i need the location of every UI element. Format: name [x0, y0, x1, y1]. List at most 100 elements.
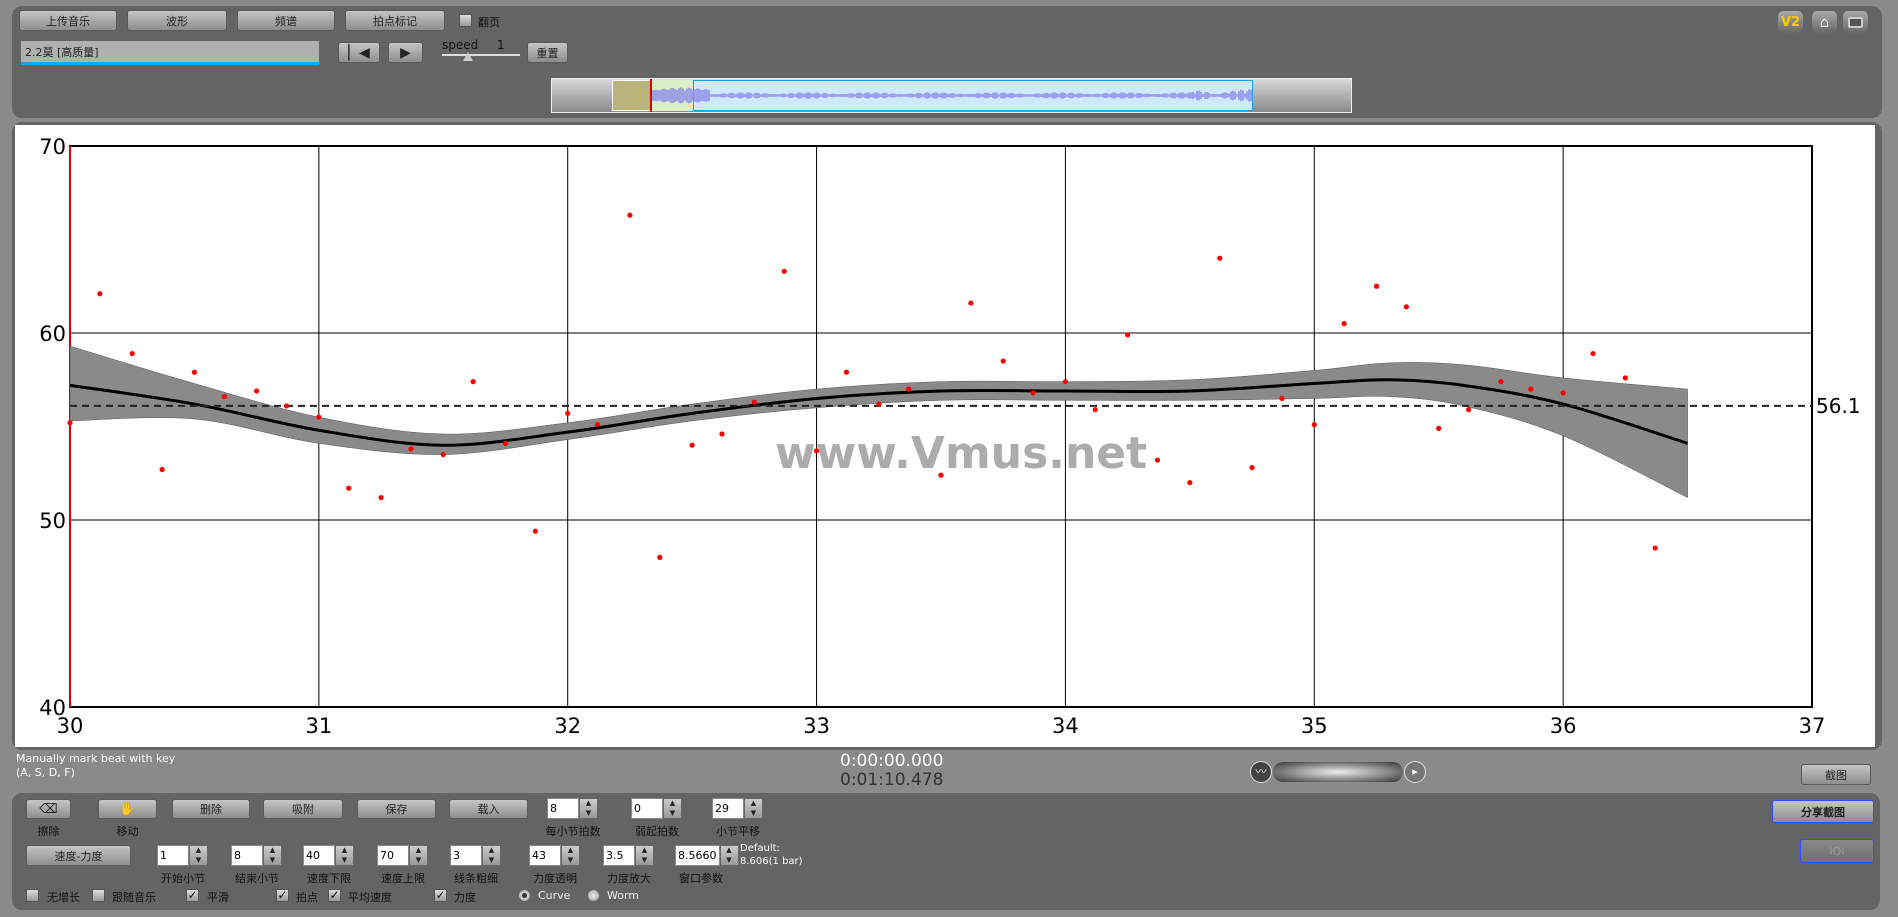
- option-checkbox[interactable]: [92, 889, 105, 902]
- beat-point: [1062, 379, 1069, 385]
- beat-point: [1622, 375, 1628, 381]
- option-label: 平均速度: [348, 891, 392, 904]
- param-label: 速度上限: [381, 872, 425, 885]
- waveform-zoom-icon[interactable]: 〰: [1250, 761, 1272, 783]
- curve-radio[interactable]: [518, 889, 531, 902]
- param-spinner-2[interactable]: 40 ▲ ▼: [303, 845, 354, 866]
- beat-point: [1000, 358, 1006, 364]
- waveform-compress-icon[interactable]: ▸: [1404, 761, 1426, 783]
- stepper-arrows-icon[interactable]: ▲ ▼: [335, 845, 354, 866]
- move-button[interactable]: ✋: [98, 799, 157, 819]
- save-button[interactable]: 保存: [357, 799, 436, 819]
- beat-point: [1217, 255, 1223, 261]
- share-screenshot-button[interactable]: 分享截图: [1772, 800, 1874, 823]
- beat-input[interactable]: 8: [547, 798, 579, 819]
- screenshot-button[interactable]: 截图: [1801, 764, 1871, 785]
- beat-spinner-2[interactable]: 29 ▲ ▼: [712, 798, 763, 819]
- hint-line-2: (A, S, D, F): [16, 766, 75, 779]
- stepper-arrows-icon[interactable]: ▲ ▼: [744, 798, 763, 819]
- beat-point: [906, 386, 912, 392]
- stepper-arrows-icon[interactable]: ▲ ▼: [409, 845, 428, 866]
- stepper-arrows-icon[interactable]: ▲ ▼: [579, 798, 598, 819]
- stepper-arrows-icon[interactable]: ▲ ▼: [189, 845, 208, 866]
- hint-line-1: Manually mark beat with key: [16, 752, 176, 765]
- delete-button[interactable]: 删除: [172, 799, 250, 819]
- param-input[interactable]: 1: [157, 845, 189, 866]
- beat-point: [565, 410, 571, 417]
- param-input[interactable]: 70: [377, 845, 409, 866]
- beat-input[interactable]: 0: [631, 798, 663, 819]
- param-label: 线条粗细: [454, 872, 498, 885]
- option-checkbox[interactable]: ✓: [434, 889, 447, 902]
- option-checkbox[interactable]: ✓: [186, 889, 199, 902]
- stepper-arrows-icon[interactable]: ▲ ▼: [561, 845, 580, 866]
- param-input[interactable]: 8.5660: [675, 845, 720, 866]
- ioi-button[interactable]: IOI: [1800, 839, 1874, 863]
- beat-point: [1465, 407, 1472, 413]
- beat-point: [1279, 395, 1285, 402]
- beat-point: [1403, 304, 1409, 310]
- beat-point: [843, 369, 850, 375]
- param-input[interactable]: 3.5: [603, 845, 635, 866]
- erase-button[interactable]: ⌫: [26, 799, 71, 819]
- param-input[interactable]: 43: [529, 845, 561, 866]
- param-label: 结束小节: [235, 872, 279, 885]
- worm-label: Worm: [607, 889, 640, 902]
- param-spinner-6[interactable]: 3.5 ▲ ▼: [603, 845, 654, 866]
- tempo-dynamics-button[interactable]: 速度-力度: [26, 845, 131, 866]
- param-spinner-3[interactable]: 70 ▲ ▼: [377, 845, 428, 866]
- default-line-2: 8.606(1 bar): [740, 856, 803, 867]
- beat-point: [67, 420, 73, 426]
- beat-point: [159, 466, 165, 473]
- beat-spinner-0[interactable]: 8 ▲ ▼: [547, 798, 598, 819]
- stepper-arrows-icon[interactable]: ▲ ▼: [263, 845, 282, 866]
- param-input[interactable]: 8: [231, 845, 263, 866]
- param-input[interactable]: 3: [450, 845, 482, 866]
- eraser-icon: ⌫: [39, 801, 58, 817]
- param-spinner-7[interactable]: 8.5660 ▲ ▼: [675, 845, 739, 866]
- param-spinner-0[interactable]: 1 ▲ ▼: [157, 845, 208, 866]
- load-button[interactable]: 载入: [449, 799, 528, 819]
- beat-point: [1187, 480, 1193, 486]
- stepper-arrows-icon[interactable]: ▲ ▼: [482, 845, 501, 866]
- mean-tempo-label: 56.1: [1816, 394, 1861, 418]
- beat-input[interactable]: 29: [712, 798, 744, 819]
- param-spinner-4[interactable]: 3 ▲ ▼: [450, 845, 501, 866]
- beat-point: [346, 485, 352, 491]
- beat-point: [876, 401, 882, 407]
- beat-point: [1373, 283, 1380, 289]
- move-label: 移动: [116, 825, 139, 838]
- beat-point: [719, 431, 725, 437]
- curve-label: Curve: [538, 889, 571, 902]
- option-label: 拍点: [296, 891, 318, 904]
- option-label: 无增长: [47, 891, 80, 904]
- worm-radio[interactable]: [587, 889, 600, 902]
- param-spinner-1[interactable]: 8 ▲ ▼: [231, 845, 282, 866]
- x-tick-label: 31: [305, 714, 332, 738]
- snap-button[interactable]: 吸附: [263, 799, 343, 819]
- beat-spinner-1[interactable]: 0 ▲ ▼: [631, 798, 682, 819]
- default-line-1: Default:: [740, 843, 780, 854]
- zoom-slider[interactable]: [1273, 762, 1403, 782]
- beat-point: [781, 268, 787, 274]
- param-spinner-5[interactable]: 43 ▲ ▼: [529, 845, 580, 866]
- param-label: 速度下限: [307, 872, 351, 885]
- x-tick-label: 33: [803, 714, 830, 738]
- beat-point: [502, 440, 509, 446]
- option-checkbox[interactable]: ✓: [276, 889, 289, 902]
- param-label: 窗口参数: [679, 872, 723, 885]
- beat-point: [440, 451, 446, 458]
- beat-point: [97, 291, 103, 297]
- stepper-arrows-icon[interactable]: ▲ ▼: [663, 798, 682, 819]
- tempo-chart: 30 31 32 33 34 35 36 374050607056.1: [39, 135, 1861, 738]
- option-checkbox[interactable]: ✓: [328, 889, 341, 902]
- beat-point: [221, 393, 227, 400]
- option-checkbox[interactable]: [26, 889, 39, 902]
- beat-point: [1590, 350, 1596, 357]
- stepper-arrows-icon[interactable]: ▲ ▼: [719, 845, 739, 866]
- param-input[interactable]: 40: [303, 845, 335, 866]
- stepper-arrows-icon[interactable]: ▲ ▼: [635, 845, 654, 866]
- y-tick-label: 60: [39, 322, 66, 346]
- beat-point: [283, 403, 290, 409]
- beat-point: [1560, 390, 1566, 396]
